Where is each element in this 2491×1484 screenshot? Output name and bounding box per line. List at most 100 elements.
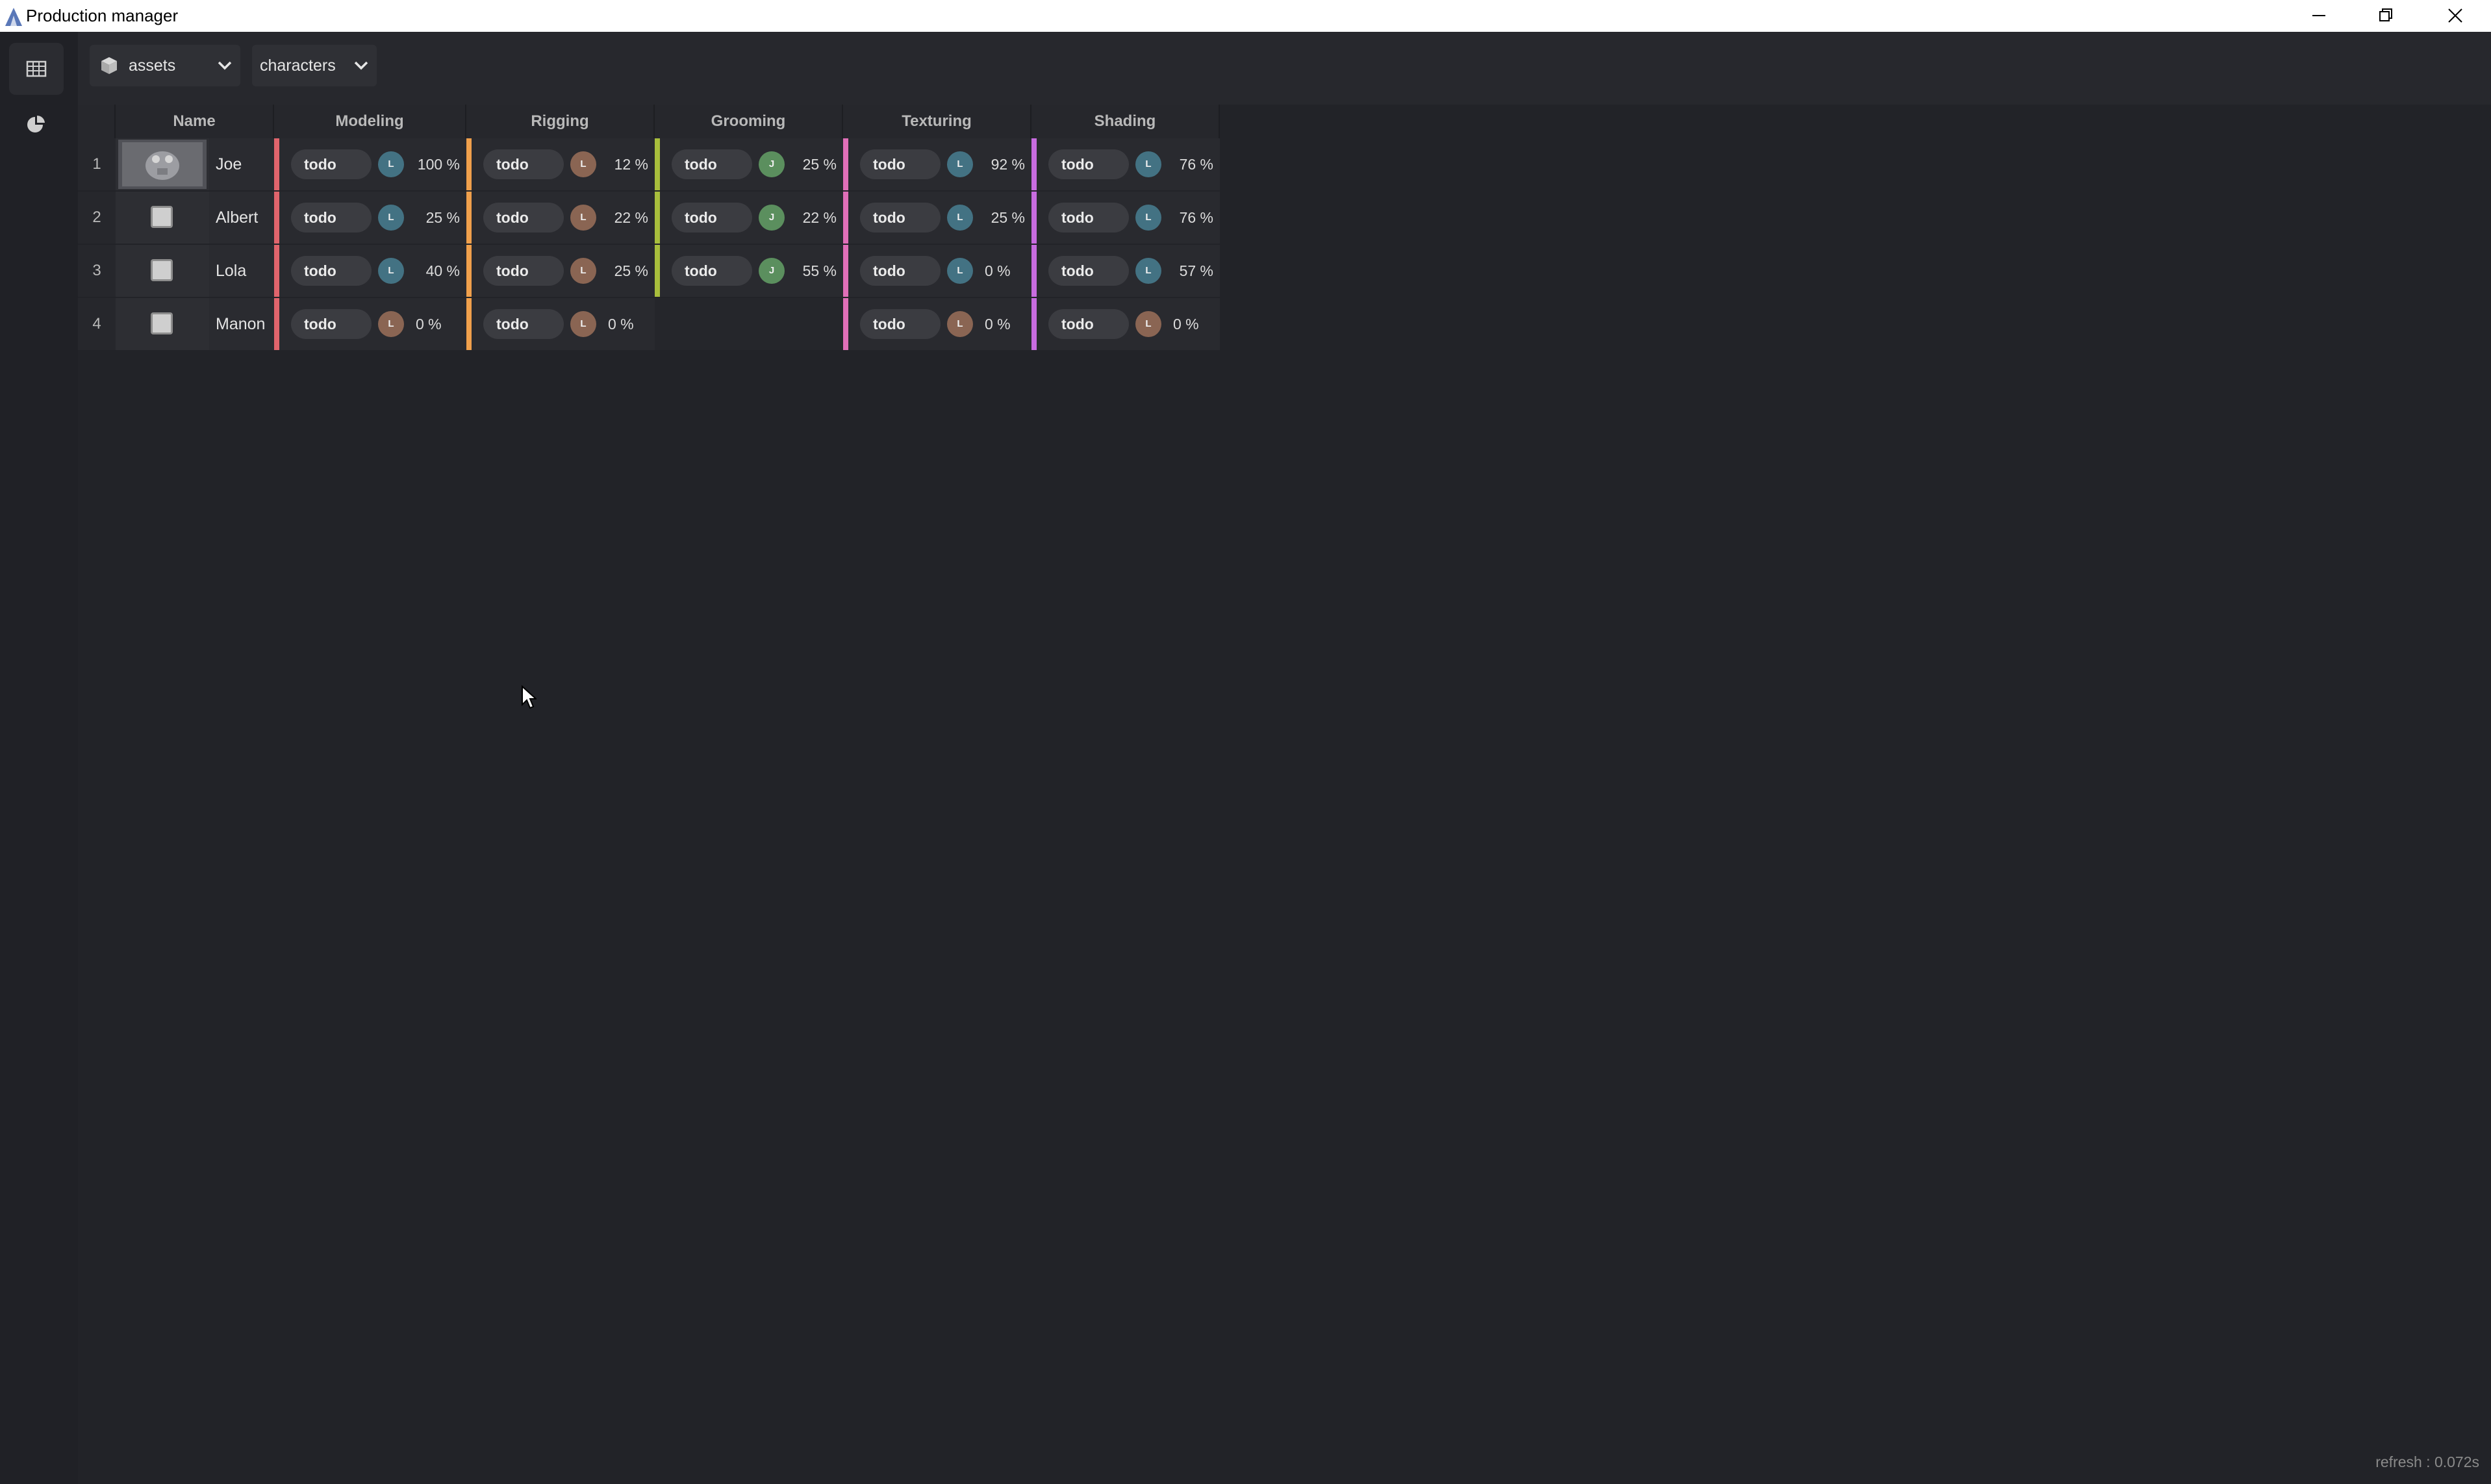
toolbar: assets characters	[78, 32, 2491, 105]
avatar[interactable]: L	[947, 258, 973, 284]
task-cell-rigging[interactable]: todo L 22 %	[466, 192, 655, 244]
table-row[interactable]: 1 Joe todo L 100 % todo L 12 % todo J 25 % todo L 92 …	[78, 138, 1228, 192]
avatar[interactable]: L	[378, 258, 404, 284]
status-badge[interactable]: todo	[860, 149, 941, 179]
task-cell-shading[interactable]: todo L 76 %	[1031, 192, 1220, 244]
asset-name-cell[interactable]: Lola	[209, 245, 274, 297]
column-header-rigging[interactable]: Rigging	[466, 105, 655, 138]
asset-thumbnail[interactable]	[116, 138, 209, 190]
task-cell-grooming[interactable]: todo J 22 %	[655, 192, 843, 244]
status-badge[interactable]: todo	[860, 256, 941, 286]
task-cell-grooming[interactable]: todo J 55 %	[655, 245, 843, 297]
task-cell-modeling[interactable]: todo L 25 %	[274, 192, 466, 244]
table-row[interactable]: 2 Albert todo L 25 % todo L 22 % todo J 22 % todo L 2…	[78, 192, 1228, 245]
task-cell-modeling[interactable]: todo L 40 %	[274, 245, 466, 297]
row-number: 2	[78, 192, 116, 244]
task-color-bar	[655, 138, 660, 190]
asset-table: Name Modeling Rigging Grooming Texturing…	[78, 105, 1228, 353]
status-badge[interactable]: todo	[291, 203, 372, 233]
task-cell-texturing[interactable]: todo L 0 %	[843, 245, 1031, 297]
status-badge[interactable]: todo	[1048, 149, 1129, 179]
asset-thumbnail[interactable]	[116, 298, 209, 350]
task-cell-modeling[interactable]: todo L 0 %	[274, 298, 466, 350]
status-badge[interactable]: todo	[483, 256, 564, 286]
task-cell-texturing[interactable]: todo L 25 %	[843, 192, 1031, 244]
table-row[interactable]: 4 Manon todo L 0 % todo L 0 % todo L 0 % todo L 0 %	[78, 298, 1228, 351]
asset-name-cell[interactable]: Manon	[209, 298, 274, 350]
task-color-bar	[1031, 298, 1037, 350]
task-cell-rigging[interactable]: todo L 12 %	[466, 138, 655, 190]
category-dropdown[interactable]: characters	[252, 45, 377, 86]
title-bar: Production manager	[0, 0, 2491, 32]
status-badge[interactable]: todo	[483, 203, 564, 233]
column-header-name[interactable]: Name	[116, 105, 274, 138]
avatar[interactable]: L	[570, 258, 596, 284]
restore-button[interactable]	[2353, 0, 2418, 32]
progress-value: 22 %	[614, 209, 648, 226]
asset-name-cell[interactable]: Joe	[209, 138, 274, 190]
task-cell-texturing[interactable]: todo L 92 %	[843, 138, 1031, 190]
task-cell-grooming[interactable]: todo J 25 %	[655, 138, 843, 190]
asset-name-cell[interactable]: Albert	[209, 192, 274, 244]
table-view-button[interactable]	[9, 43, 64, 95]
minimize-button[interactable]	[2286, 0, 2351, 32]
task-cell-shading[interactable]: todo L 57 %	[1031, 245, 1220, 297]
avatar[interactable]: J	[759, 151, 785, 177]
sidebar	[0, 32, 78, 1484]
asset-thumbnail[interactable]	[116, 192, 209, 244]
table-row[interactable]: 3 Lola todo L 40 % todo L 25 % todo J 55 % todo L 0 %…	[78, 245, 1228, 298]
column-header-shading[interactable]: Shading	[1031, 105, 1220, 138]
avatar[interactable]: J	[759, 258, 785, 284]
task-cell-shading[interactable]: todo L 0 %	[1031, 298, 1220, 350]
asset-thumbnail[interactable]	[116, 245, 209, 297]
status-badge[interactable]: todo	[1048, 256, 1129, 286]
asset-type-dropdown[interactable]: assets	[90, 45, 240, 86]
status-badge[interactable]: todo	[860, 309, 941, 339]
progress-value: 0 %	[985, 262, 1011, 279]
task-cell-rigging[interactable]: todo L 25 %	[466, 245, 655, 297]
status-badge[interactable]: todo	[1048, 203, 1129, 233]
avatar[interactable]: L	[947, 151, 973, 177]
status-badge[interactable]: todo	[291, 256, 372, 286]
column-header-modeling[interactable]: Modeling	[274, 105, 466, 138]
avatar[interactable]: L	[570, 151, 596, 177]
task-color-bar	[1031, 192, 1037, 244]
avatar[interactable]: J	[759, 205, 785, 231]
avatar[interactable]: L	[947, 205, 973, 231]
status-badge[interactable]: todo	[672, 149, 752, 179]
status-badge[interactable]: todo	[860, 203, 941, 233]
avatar[interactable]: L	[378, 205, 404, 231]
avatar[interactable]: L	[378, 311, 404, 337]
task-color-bar	[655, 192, 660, 244]
thumbnail-placeholder-icon	[151, 312, 173, 334]
status-badge[interactable]: todo	[1048, 309, 1129, 339]
avatar[interactable]: L	[1135, 258, 1161, 284]
avatar[interactable]: L	[947, 311, 973, 337]
status-badge[interactable]: todo	[483, 309, 564, 339]
avatar[interactable]: L	[1135, 311, 1161, 337]
avatar[interactable]: L	[570, 311, 596, 337]
status-badge[interactable]: todo	[672, 256, 752, 286]
status-badge[interactable]: todo	[291, 309, 372, 339]
status-label: todo	[1061, 156, 1094, 173]
progress-value: 57 %	[1179, 262, 1213, 279]
status-badge[interactable]: todo	[291, 149, 372, 179]
avatar[interactable]: L	[570, 205, 596, 231]
status-badge[interactable]: todo	[672, 203, 752, 233]
task-cell-texturing[interactable]: todo L 0 %	[843, 298, 1031, 350]
progress-value: 100 %	[417, 156, 460, 173]
progress-value: 40 %	[425, 262, 460, 279]
column-header-grooming[interactable]: Grooming	[655, 105, 843, 138]
task-cell-rigging[interactable]: todo L 0 %	[466, 298, 655, 350]
close-button[interactable]	[2423, 0, 2488, 32]
column-header-texturing[interactable]: Texturing	[843, 105, 1031, 138]
status-badge[interactable]: todo	[483, 149, 564, 179]
task-cell-grooming[interactable]	[655, 298, 843, 350]
task-cell-shading[interactable]: todo L 76 %	[1031, 138, 1220, 190]
avatar[interactable]: L	[378, 151, 404, 177]
avatar[interactable]: L	[1135, 205, 1161, 231]
avatar[interactable]: L	[1135, 151, 1161, 177]
row-number: 4	[78, 298, 116, 350]
statistics-view-button[interactable]	[9, 99, 64, 151]
task-cell-modeling[interactable]: todo L 100 %	[274, 138, 466, 190]
